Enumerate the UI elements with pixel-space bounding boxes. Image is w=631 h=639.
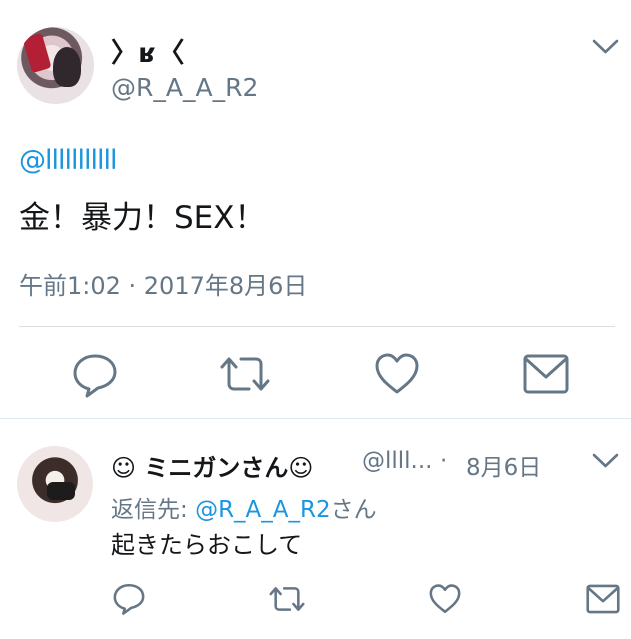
reply-to-suffix: さん <box>330 497 377 523</box>
reply-to-prefix: 返信先: <box>111 497 196 523</box>
reply-icon[interactable] <box>71 350 119 398</box>
divider <box>19 326 615 327</box>
reply-date[interactable]: 8月6日 <box>466 448 541 482</box>
username[interactable]: @R_A_A_R2 <box>111 73 258 102</box>
dm-icon[interactable] <box>522 352 570 396</box>
like-icon[interactable] <box>373 350 421 398</box>
chevron-down-icon[interactable] <box>592 38 619 56</box>
chevron-down-icon[interactable] <box>592 452 619 470</box>
reply-icon[interactable] <box>112 581 146 615</box>
divider <box>0 418 631 419</box>
tweet-text: 金！暴力！SEX！ <box>19 200 266 236</box>
display-name[interactable]: 〉ʁ〈 <box>111 31 185 70</box>
avatar[interactable] <box>17 27 94 104</box>
separator-dot: · <box>440 448 448 474</box>
timestamp[interactable]: 午前1:02 · 2017年8月6日 <box>19 266 307 301</box>
reply-text: 起きたらおこして <box>111 531 303 559</box>
reply-avatar[interactable] <box>17 446 93 522</box>
reply-display-name[interactable]: ☺ ミニガンさん☺ <box>111 448 313 483</box>
reply-to-link[interactable]: @R_A_A_R2 <box>195 497 331 523</box>
dm-icon[interactable] <box>585 583 621 615</box>
mention-link[interactable]: @lllllllllll <box>19 145 118 176</box>
reply-username[interactable]: @llll... <box>362 448 433 474</box>
like-icon[interactable] <box>428 582 462 616</box>
retweet-icon[interactable] <box>219 350 271 398</box>
retweet-icon[interactable] <box>268 582 306 616</box>
reply-to-line: 返信先: @R_A_A_R2さん <box>111 490 377 524</box>
